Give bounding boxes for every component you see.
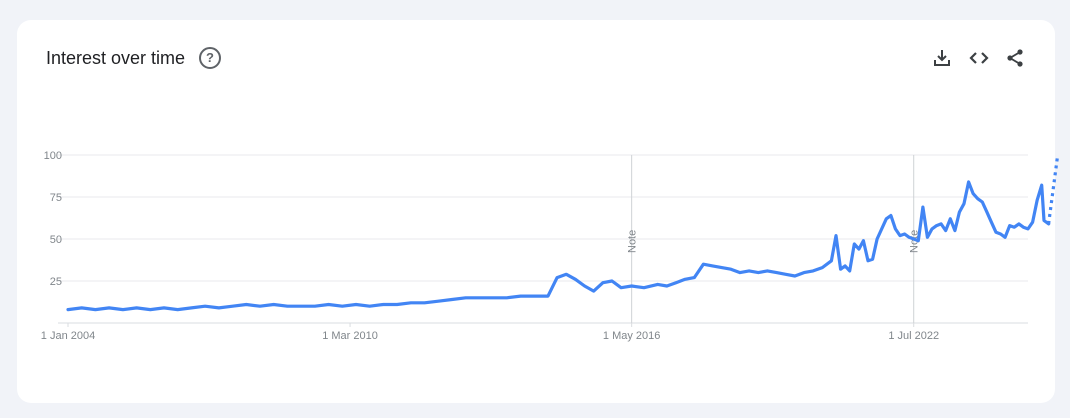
series-line: [66, 180, 1051, 312]
series-partial-line: [1047, 154, 1060, 225]
x-tick-label: 1 Mar 2010: [322, 330, 378, 342]
x-tick-label: 1 Jan 2004: [41, 330, 95, 342]
y-tick-label: 50: [50, 234, 62, 246]
y-tick-label: 100: [44, 150, 62, 162]
annotation-label: Note: [627, 230, 639, 253]
y-tick-label: 75: [50, 192, 62, 204]
interest-line-chart: 25 50 75 100 1 Jan 2004 1 Mar 2010 1 May 2016 1…: [41, 150, 1060, 342]
y-tick-label: 25: [50, 276, 62, 288]
x-tick-label: 1 May 2016: [603, 330, 660, 342]
x-tick-label: 1 Jul 2022: [888, 330, 939, 342]
